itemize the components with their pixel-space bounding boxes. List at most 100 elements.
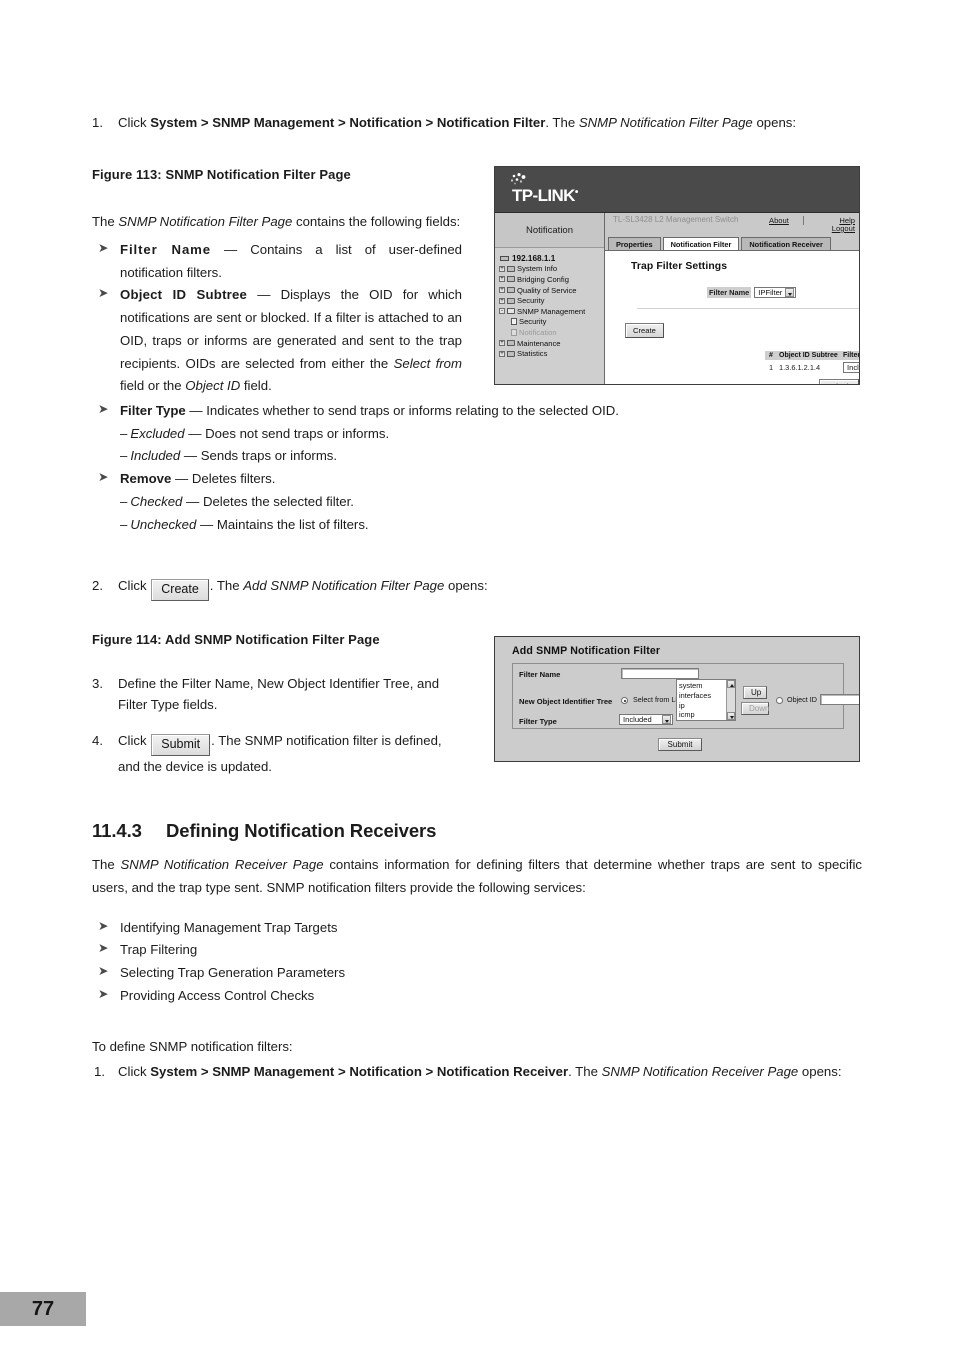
field-item-filter-name: ➤ Filter Name — Contains a list of user-… <box>92 239 462 284</box>
sub-term-checked: Checked <box>130 493 183 509</box>
expander-icon[interactable]: + <box>499 297 505 304</box>
tree-node-snmp-security[interactable]: Security <box>499 317 602 328</box>
chevron-down-icon[interactable] <box>785 288 795 297</box>
submit-button[interactable]: Submit <box>819 379 859 384</box>
filter-type-select[interactable]: Included <box>619 714 673 725</box>
panel-trap-filter-settings: Trap Filter Settings Filter Name IPFilte… <box>605 250 859 384</box>
scroll-up-icon[interactable] <box>727 680 735 688</box>
tab-notification-receiver[interactable]: Notification Receiver <box>741 237 831 250</box>
intro-paragraph: The SNMP Notification Filter Page contai… <box>92 211 462 234</box>
step-3: 3. Define the Filter Name, New Object Id… <box>92 673 462 716</box>
step-1-menu-path: System > SNMP Management > Notification … <box>150 115 546 130</box>
tree-node-bridging-config[interactable]: + Bridging Config <box>499 274 602 285</box>
step-2-mid: . The <box>209 578 244 594</box>
expander-icon[interactable]: + <box>499 350 505 357</box>
tree-label-6: Security <box>519 317 547 327</box>
sub-desc-included: Sends traps or informs. <box>200 448 338 464</box>
dash-3: – <box>120 516 128 532</box>
listbox-item-3[interactable]: icmp <box>679 710 733 720</box>
oid-listbox[interactable]: system interfaces ip icmp tcp <box>676 679 736 721</box>
section-para-page-name: SNMP Notification Receiver Page <box>120 857 324 873</box>
panel-heading: Trap Filter Settings <box>631 261 728 272</box>
listbox-item-0[interactable]: system <box>679 681 733 691</box>
up-button[interactable]: Up <box>743 686 767 699</box>
filter-type-sublist: – Excluded — Does not send traps or infor… <box>92 423 862 468</box>
expander-icon[interactable]: + <box>499 265 505 272</box>
arrow-bullet-icon: ➤ <box>98 402 109 416</box>
chevron-down-icon[interactable] <box>662 715 671 724</box>
down-button[interactable]: Down <box>741 702 769 715</box>
arrow-bullet-icon: ➤ <box>98 470 109 485</box>
scroll-down-icon[interactable] <box>727 712 735 720</box>
app-main: Notification 192.168.1.1 + System Info + B… <box>495 213 859 384</box>
listbox-scrollbar[interactable] <box>726 680 735 720</box>
filter-table: # Object ID Subtree Filter Type Remove 1… <box>765 351 859 373</box>
filter-name-label: Filter Name <box>519 670 561 679</box>
tree-node-quality-of-service[interactable]: + Quality of Service <box>499 285 602 296</box>
col-header-object-id-subtree: Object ID Subtree <box>779 352 838 359</box>
filter-type-select[interactable]: Included <box>843 362 859 373</box>
tab-properties[interactable]: Properties <box>608 237 661 250</box>
tree-node-snmp-management[interactable]: - SNMP Management <box>499 306 602 317</box>
dialog-submit-button[interactable]: Submit <box>658 738 702 751</box>
tree-node-security[interactable]: + Security <box>499 295 602 306</box>
sidebar-title: Notification <box>495 213 604 248</box>
tab-notification-filter[interactable]: Notification Filter <box>662 237 740 250</box>
arrow-bullet-icon: ➤ <box>98 941 109 956</box>
field-term-object-id-subtree: Object ID Subtree <box>120 287 248 303</box>
figure-113-screenshot: TP-LINK• Notification 192.168.1.1 + Syste… <box>494 166 860 385</box>
tree-node-snmp-notification[interactable]: Notification <box>499 327 602 338</box>
app-content-area: TL-SL3428 L2 Management Switch About Hel… <box>605 213 859 384</box>
col-header-index: # <box>769 352 773 359</box>
divider <box>637 308 859 309</box>
sub-desc-unchecked: Maintains the list of filters. <box>216 516 369 532</box>
listbox-item-2[interactable]: ip <box>679 701 733 711</box>
logout-link[interactable]: Logout <box>832 224 855 233</box>
step-2-page-name: Add SNMP Notification Filter Page <box>243 578 445 594</box>
step-3-number: 3. <box>92 676 103 692</box>
field-desc-object-id-b: field or the <box>120 378 186 394</box>
tree-label-4: Security <box>517 296 545 306</box>
create-button-inline[interactable]: Create <box>151 579 209 602</box>
radio-select-from-list[interactable] <box>621 697 628 704</box>
service-item-2: ➤ Selecting Trap Generation Parameters <box>92 962 862 985</box>
folder-open-icon <box>507 308 515 315</box>
folder-icon <box>507 340 515 347</box>
field-item-filter-type: ➤ Filter Type — Indicates whether to sen… <box>92 400 862 423</box>
tree-label-1: System Info <box>517 264 558 274</box>
step-5-verb: Click <box>118 1064 147 1080</box>
tree-node-system-info[interactable]: + System Info <box>499 264 602 275</box>
listbox-item-1[interactable]: interfaces <box>679 691 733 701</box>
table-header-row: # Object ID Subtree Filter Type Remove <box>765 351 859 360</box>
sub-item-excluded: – Excluded — Does not send traps or infor… <box>120 423 862 446</box>
submit-button-inline[interactable]: Submit <box>151 733 211 756</box>
step-5-text: Click System > SNMP Management > Notific… <box>118 1061 862 1082</box>
sub-desc-excluded: Does not send traps or informs. <box>205 425 390 441</box>
tree-node-maintenance[interactable]: + Maintenance <box>499 338 602 349</box>
intro-tail: contains the following fields: <box>292 214 461 230</box>
listbox-item-4[interactable]: tcp <box>679 720 733 721</box>
step-2: 2. Click Create. The Add SNMP Notificati… <box>92 575 502 602</box>
step-2-verb: Click <box>118 578 147 594</box>
step-1-tail: opens: <box>752 115 797 130</box>
filter-name-select[interactable]: IPFilter <box>754 287 797 298</box>
cell-filter-type: Included <box>841 362 859 373</box>
sub-item-checked: – Checked — Deletes the selected filter. <box>120 491 862 514</box>
tree-label-root: 192.168.1.1 <box>512 253 556 263</box>
filter-name-input[interactable] <box>621 668 699 679</box>
dialog-form-panel: Filter Name New Object Identifier Tree S… <box>512 663 859 729</box>
create-button[interactable]: Create <box>625 323 664 338</box>
expander-icon[interactable]: + <box>499 276 505 283</box>
expander-icon[interactable]: + <box>499 287 505 294</box>
expander-icon[interactable]: + <box>499 340 505 347</box>
about-link[interactable]: About <box>769 216 804 225</box>
remove-sublist: – Checked — Deletes the selected filter. … <box>92 491 862 536</box>
expander-icon[interactable]: - <box>499 308 505 315</box>
object-id-input[interactable] <box>820 694 859 705</box>
service-label-0: Identifying Management Trap Targets <box>120 919 338 935</box>
tree-node-root[interactable]: 192.168.1.1 <box>499 253 602 264</box>
figure-114-screenshot: Add SNMP Notification Filter Filter Name… <box>494 636 860 762</box>
radio-object-id[interactable] <box>776 697 783 704</box>
tree-node-statistics[interactable]: + Statistics <box>499 348 602 359</box>
field-term-remove: Remove <box>120 471 172 487</box>
